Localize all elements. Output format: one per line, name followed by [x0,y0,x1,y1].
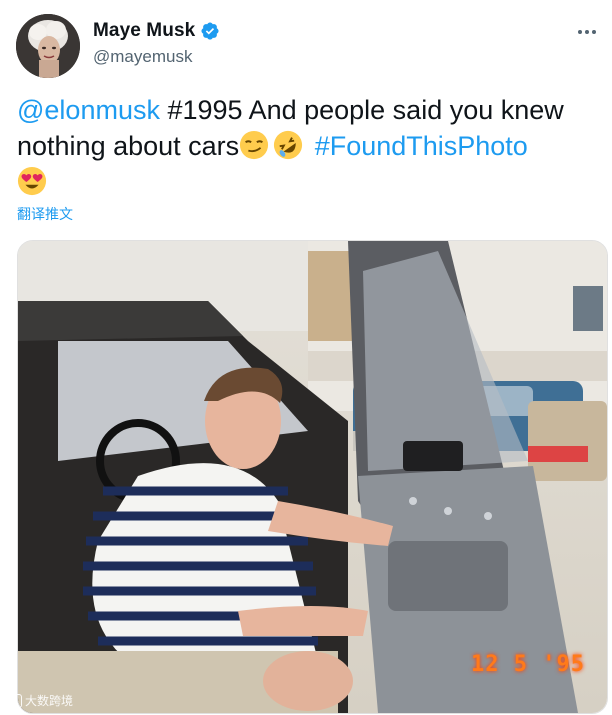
watermark: 大数跨境 [8,692,73,709]
photo-date-stamp: 12 5 '95 [471,652,585,677]
more-options-button[interactable] [572,22,602,42]
avatar-portrait-icon [16,14,80,78]
smirking-face-icon [240,130,269,160]
watermark-text: 大数跨境 [25,694,74,708]
more-dots-icon [578,30,582,34]
more-dot [592,30,596,34]
photo-elon-car-door [18,241,607,713]
mention-link[interactable]: @elonmusk [17,95,160,125]
tweet-header: Maye Musk @mayemusk [16,14,602,78]
rolling-on-floor-laughing-icon [274,130,303,160]
more-dot [585,30,589,34]
heart-eyes-icon [17,166,47,196]
translate-tweet-link[interactable]: 翻译推文 [17,204,73,224]
watermark-logo-icon [8,693,22,708]
verified-badge-icon [201,22,219,40]
name-row: Maye Musk [93,20,220,42]
tweet-photo[interactable]: 12 5 '95 [17,240,608,714]
author-handle[interactable]: @mayemusk [93,47,192,67]
hashtag-link[interactable]: #FoundThisPhoto [315,131,528,161]
tweet-text: @elonmusk #1995 And people said you knew… [17,92,607,200]
display-name[interactable]: Maye Musk [93,20,195,42]
avatar[interactable] [16,14,80,78]
